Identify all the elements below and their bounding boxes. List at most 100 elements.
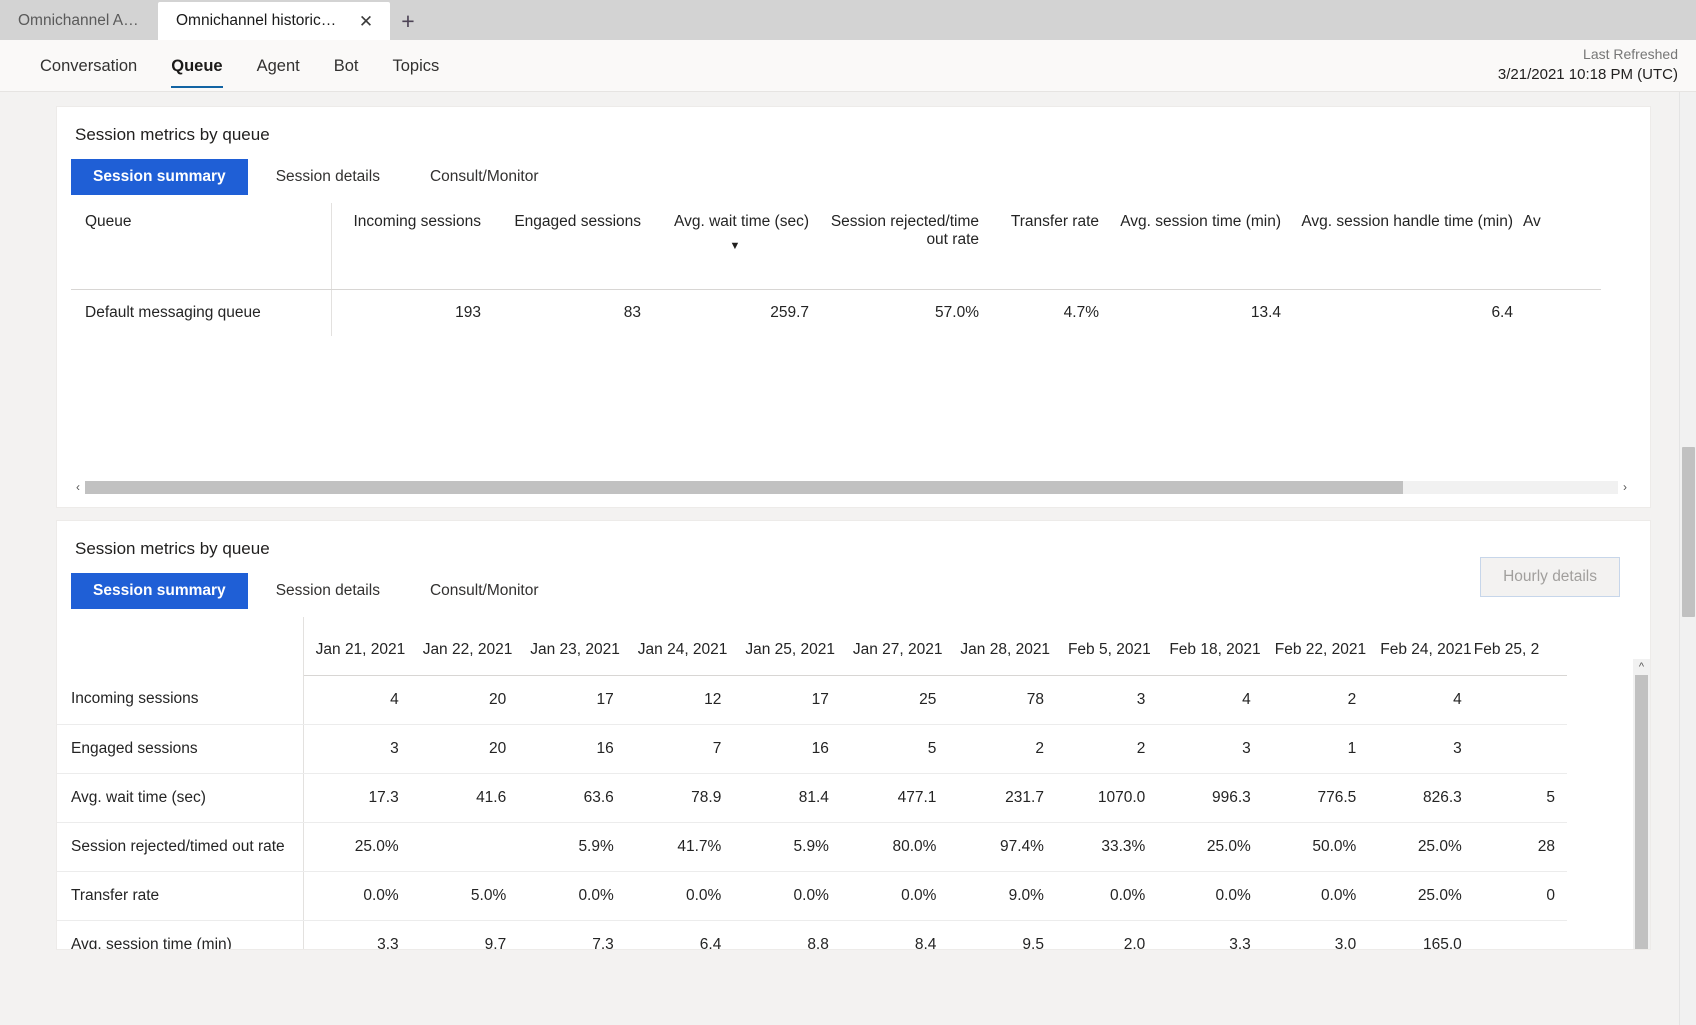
- column-label: Jan 22, 2021: [422, 640, 513, 658]
- pivot-label: Consult/Monitor: [429, 168, 539, 185]
- column-header-date[interactable]: Feb 22, 2021: [1262, 617, 1369, 676]
- column-header-engaged-sessions[interactable]: Engaged sessions: [491, 203, 651, 290]
- chevron-left-icon[interactable]: ‹: [71, 479, 85, 495]
- chevron-right-icon[interactable]: ›: [1618, 479, 1632, 495]
- cell-value: 5.0%: [410, 871, 519, 921]
- cell-value: 4: [1368, 675, 1474, 725]
- pivot-label: Session details: [275, 168, 380, 185]
- column-header-incoming-sessions[interactable]: Incoming sessions: [331, 203, 491, 290]
- cell-value: 231.7: [948, 773, 1056, 823]
- grid-body: Incoming sessions 4 20 17 12 17 25 78 3 …: [57, 675, 1567, 949]
- column-header-transfer-rate[interactable]: Transfer rate: [989, 203, 1109, 290]
- pivot-consult-monitor[interactable]: Consult/Monitor: [408, 159, 561, 195]
- grid-body: Default messaging queue 193 83 259.7 57.…: [71, 289, 1601, 336]
- column-header-date[interactable]: Jan 22, 2021: [410, 617, 519, 676]
- column-header-date[interactable]: Jan 23, 2021: [518, 617, 626, 676]
- cell-value: 5.9%: [733, 822, 841, 872]
- column-header-avg-session-time[interactable]: Avg. session time (min): [1109, 203, 1291, 290]
- sort-descending-icon[interactable]: ▼: [661, 241, 809, 252]
- scroll-thumb[interactable]: [1635, 675, 1648, 949]
- column-header-date[interactable]: Jan 25, 2021: [733, 617, 841, 676]
- pivot-label: Session summary: [93, 582, 226, 599]
- tab-queue[interactable]: Queue: [159, 40, 234, 92]
- cell-avg-session-time: 13.4: [1250, 303, 1281, 321]
- column-header-avg-session-handle-time[interactable]: Avg. session handle time (min): [1291, 203, 1523, 290]
- cell-value: 16: [518, 724, 626, 774]
- column-label: Transfer rate: [1010, 213, 1099, 230]
- cell-value: 63.6: [518, 773, 626, 823]
- column-header-date[interactable]: Jan 27, 2021: [840, 617, 949, 676]
- pivot-consult-monitor[interactable]: Consult/Monitor: [408, 573, 561, 609]
- browser-tab-title: Omnichannel Age...: [18, 12, 144, 29]
- column-header-date[interactable]: Feb 5, 2021: [1055, 617, 1158, 676]
- cell-value: 8.4: [840, 920, 949, 949]
- scroll-thumb[interactable]: [85, 480, 1404, 494]
- page-vertical-scrollbar[interactable]: [1679, 92, 1696, 1025]
- column-header-avg-wait-time[interactable]: Avg. wait time (sec) ▼: [651, 203, 819, 290]
- cell-transfer-rate: 4.7%: [1063, 303, 1099, 321]
- cell-value: 9.5: [948, 920, 1056, 949]
- column-label: Feb 25, 2: [1473, 640, 1540, 658]
- column-header-date[interactable]: Feb 18, 2021: [1157, 617, 1263, 676]
- cell-value-truncated: [1473, 920, 1567, 949]
- column-label: Feb 24, 2021: [1380, 640, 1472, 658]
- scroll-track[interactable]: [85, 480, 1618, 494]
- hourly-details-button[interactable]: Hourly details: [1480, 557, 1620, 597]
- table-row[interactable]: Session rejected/timed out rate 25.0% 5.…: [57, 822, 1567, 872]
- cell-value: 0.0%: [625, 871, 734, 921]
- scroll-thumb[interactable]: [1682, 447, 1695, 617]
- cell-value: 8.8: [733, 920, 841, 949]
- cell-value: 3: [1368, 724, 1474, 774]
- tab-topics[interactable]: Topics: [381, 40, 452, 92]
- tab-conversation[interactable]: Conversation: [28, 40, 149, 92]
- column-header-date[interactable]: Jan 24, 2021: [625, 617, 734, 676]
- pivot-session-details[interactable]: Session details: [254, 573, 402, 609]
- column-header-queue[interactable]: Queue: [71, 203, 332, 290]
- column-header-date[interactable]: Feb 24, 2021: [1368, 617, 1474, 676]
- report-content: Session metrics by queue Session summary…: [0, 92, 1679, 1025]
- column-header-date[interactable]: Jan 28, 2021: [948, 617, 1056, 676]
- browser-tab-title: Omnichannel historical an...: [176, 12, 340, 29]
- table-row[interactable]: Avg. session time (min) 3.3 9.7 7.3 6.4 …: [57, 920, 1567, 949]
- cell-value: 3: [1055, 675, 1158, 725]
- last-refreshed-block: Last Refreshed 3/21/2021 10:18 PM (UTC): [1498, 44, 1678, 86]
- column-header-session-rejected-timeout-rate[interactable]: Session rejected/time out rate: [819, 203, 989, 290]
- chevron-up-icon[interactable]: ^: [1633, 659, 1650, 675]
- table-row[interactable]: Incoming sessions 4 20 17 12 17 25 78 3 …: [57, 675, 1567, 725]
- column-header-truncated[interactable]: Av: [1523, 203, 1601, 290]
- cell-value: 80.0%: [840, 822, 949, 872]
- table-row[interactable]: Avg. wait time (sec) 17.3 41.6 63.6 78.9…: [57, 773, 1567, 823]
- panel-session-metrics-by-queue-trend: Session metrics by queue Hourly details …: [56, 520, 1651, 950]
- cell-incoming-sessions: 193: [455, 303, 481, 321]
- cell-value: 2.0: [1055, 920, 1158, 949]
- pivot-session-summary[interactable]: Session summary: [71, 159, 248, 195]
- tab-agent[interactable]: Agent: [245, 40, 312, 92]
- cell-value-truncated: [1473, 724, 1567, 774]
- cell-value: 0.0%: [1055, 871, 1158, 921]
- cell-value-truncated: [1473, 675, 1567, 725]
- plus-icon[interactable]: +: [390, 2, 426, 40]
- table-row[interactable]: Default messaging queue 193 83 259.7 57.…: [71, 289, 1601, 336]
- column-label: Feb 5, 2021: [1067, 640, 1151, 658]
- app-header: Conversation Queue Agent Bot Topics Last…: [0, 40, 1696, 92]
- tab-bot[interactable]: Bot: [322, 40, 371, 92]
- cell-value: 996.3: [1157, 773, 1263, 823]
- pivot-session-details[interactable]: Session details: [254, 159, 402, 195]
- pivot-group: Session summary Session details Consult/…: [57, 573, 1650, 609]
- pivot-label: Session summary: [93, 168, 226, 185]
- vertical-scrollbar[interactable]: [1633, 675, 1650, 949]
- close-icon[interactable]: ✕: [356, 11, 376, 31]
- column-label: Feb 22, 2021: [1274, 640, 1367, 658]
- pivot-session-summary[interactable]: Session summary: [71, 573, 248, 609]
- column-header-date[interactable]: Jan 21, 2021: [303, 617, 411, 676]
- table-row[interactable]: Transfer rate 0.0% 5.0% 0.0% 0.0% 0.0% 0…: [57, 871, 1567, 921]
- horizontal-scrollbar[interactable]: ‹ ›: [71, 479, 1632, 495]
- cell-engaged-sessions: 83: [623, 303, 641, 321]
- column-label: Jan 27, 2021: [852, 640, 943, 658]
- table-row[interactable]: Engaged sessions 3 20 16 7 16 5 2 2 3 1 …: [57, 724, 1567, 774]
- browser-tab-active[interactable]: Omnichannel historical an... ✕: [158, 2, 390, 40]
- column-label: Session rejected/time out rate: [830, 213, 979, 248]
- column-header-date-truncated[interactable]: Feb 25, 2: [1473, 617, 1567, 676]
- cell-value: 3.3: [1157, 920, 1263, 949]
- browser-tab-inactive[interactable]: Omnichannel Age...: [0, 2, 158, 40]
